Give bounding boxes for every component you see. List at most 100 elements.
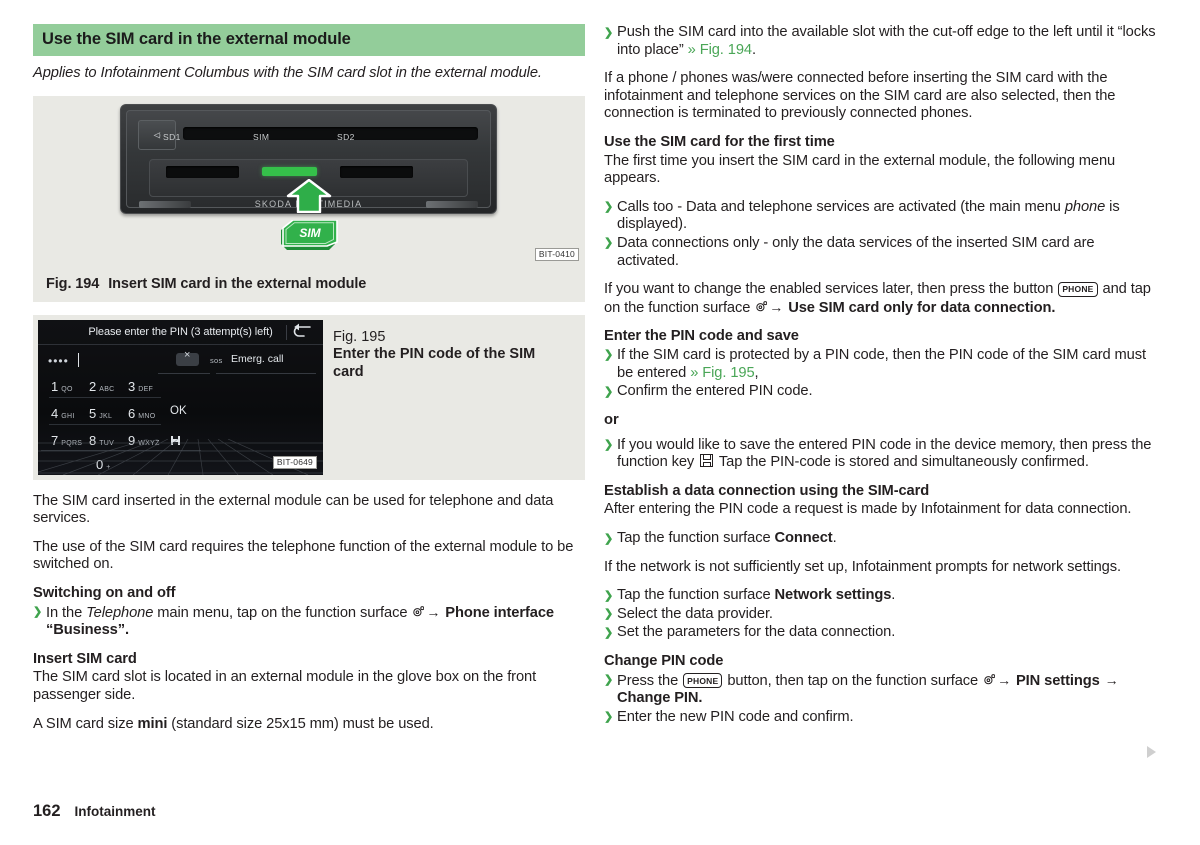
list-item: Tap the function surface Network setting… xyxy=(604,587,1156,605)
save-floppy-icon xyxy=(700,454,714,468)
footer-section-name: Infotainment xyxy=(74,804,156,819)
paragraph-establish: After entering the PIN code a request is… xyxy=(604,501,1132,518)
list-network-settings: Tap the function surface Network setting… xyxy=(604,587,1156,642)
list-enter-pin: If the SIM card is protected by a PIN co… xyxy=(604,346,1156,401)
title-divider xyxy=(286,324,287,340)
key-1[interactable]: 1 QO xyxy=(51,378,73,396)
gear-icon xyxy=(755,300,768,313)
insert-direction-arrow-icon xyxy=(286,178,332,213)
paragraph-first-time: The first time you insert the SIM card i… xyxy=(604,152,1116,187)
list-push-card: Push the SIM card into the available slo… xyxy=(604,23,1156,59)
entry-underline-left xyxy=(158,372,210,374)
disc-slot xyxy=(183,126,478,140)
list-item: Push the SIM card into the available slo… xyxy=(604,23,1156,59)
keypad-row: 1 QO 2 ABC 3 DEF xyxy=(46,378,316,405)
phone-hardkey-icon[interactable]: PHONE xyxy=(1058,281,1098,297)
list-change-pin: Press the PHONE button, then tap on the … xyxy=(604,671,1156,726)
gear-icon xyxy=(412,605,425,618)
module-left-bracket xyxy=(139,200,191,208)
label-or: or xyxy=(604,411,619,428)
figure-195-image-code: BIT-0649 xyxy=(272,455,317,469)
sim-slot xyxy=(262,166,317,176)
sd1-slot-label: SD1 xyxy=(163,131,181,142)
heading-insert-sim-card: Insert SIM card xyxy=(33,650,137,667)
sd2-slot-label: SD2 xyxy=(337,131,355,142)
page-number: 162 xyxy=(33,802,61,820)
cross-reference-fig194[interactable]: » Fig. 194 xyxy=(688,42,752,58)
list-item: Set the parameters for the data connecti… xyxy=(604,624,1156,642)
list-item: In the Telephone main menu, tap on the f… xyxy=(33,603,585,640)
cross-reference-fig195[interactable]: » Fig. 195 xyxy=(690,365,754,381)
keypad-row: 4 GHI 5 JKL 6 MNO OK xyxy=(46,405,316,432)
paragraph-card-size: A SIM card size mini (standard size 25x1… xyxy=(33,715,434,732)
right-column: Push the SIM card into the available slo… xyxy=(604,23,1156,737)
arrow-right-icon: → xyxy=(997,671,1011,688)
paragraph-network-prompt: If the network is not sufficiently set u… xyxy=(604,558,1121,575)
page-footer: 162 Infotainment xyxy=(33,802,156,821)
gear-icon xyxy=(983,673,996,686)
key-3[interactable]: 3 DEF xyxy=(128,378,153,396)
list-item: If you would like to save the entered PI… xyxy=(604,436,1156,472)
target-change-pin: Change PIN. xyxy=(617,690,703,707)
pin-caret xyxy=(78,352,79,367)
heading-switching-on-off: Switching on and off xyxy=(33,584,176,601)
entry-underline-right xyxy=(216,372,316,374)
module-right-bracket xyxy=(426,200,478,208)
figure-194-number: Fig. 194 xyxy=(46,275,100,292)
card-size-value: mini xyxy=(137,715,168,732)
keypad-row-divider xyxy=(49,396,161,398)
list-connect: Tap the function surface Connect. xyxy=(604,530,1156,548)
key-ok[interactable]: OK xyxy=(170,405,187,417)
target-use-sim-for-data: Use SIM card only for data connection. xyxy=(788,299,1056,316)
figure-194-caption-text: Insert SIM card in the external module xyxy=(108,275,367,292)
list-item: Tap the function surface Connect. xyxy=(604,530,1156,548)
figure-195-caption: Fig. 195 Enter the PIN code of the SIM c… xyxy=(333,329,563,382)
paragraph-change-services: If you want to change the enabled servic… xyxy=(604,281,1151,316)
arrow-right-icon: → xyxy=(426,603,441,620)
section-heading: Use the SIM card in the external module xyxy=(33,24,585,56)
keypad-row-divider xyxy=(49,423,161,425)
pin-screen-title: Please enter the PIN (3 attempt(s) left) xyxy=(38,320,323,345)
key-4[interactable]: 4 GHI xyxy=(51,405,75,423)
paragraph-telephone-function: The use of the SIM card requires the tel… xyxy=(33,538,574,573)
figure-194-image-code: BIT-0410 xyxy=(534,247,579,261)
infotainment-pin-screen: Please enter the PIN (3 attempt(s) left)… xyxy=(38,319,323,475)
list-item: Confirm the entered PIN code. xyxy=(604,383,1156,401)
sos-label: sos xyxy=(210,355,223,365)
manual-page: Use the SIM card in the external module … xyxy=(0,0,1200,845)
heading-enter-pin: Enter the PIN code and save xyxy=(604,328,799,345)
phone-hardkey-icon[interactable]: PHONE xyxy=(683,673,723,689)
paragraph-slot-location: The SIM card slot is located in an exter… xyxy=(33,669,537,703)
list-save-pin: If you would like to save the entered PI… xyxy=(604,436,1156,472)
sd1-slot xyxy=(166,165,239,178)
paragraph-phones-connected: If a phone / phones was/were connected b… xyxy=(604,70,1116,122)
list-first-time-options: Calls too - Data and telephone services … xyxy=(604,198,1156,270)
sd2-slot xyxy=(340,165,413,178)
emergency-call-button[interactable]: Emerg. call xyxy=(231,353,284,365)
function-surface-network-settings[interactable]: Network settings xyxy=(775,587,892,603)
figure-194: ⏿ SD1 SIM SD2 SKODA MULTIMEDIA SIM BIT-0… xyxy=(33,95,585,302)
pin-entry-value[interactable]: •••• xyxy=(48,354,69,368)
list-item: Press the PHONE button, then tap on the … xyxy=(604,671,1156,708)
back-arrow-icon xyxy=(291,323,313,341)
function-surface-connect[interactable]: Connect xyxy=(775,530,833,546)
figure-195: Please enter the PIN (3 attempt(s) left)… xyxy=(33,314,585,480)
figure-195-number: Fig. 195 xyxy=(333,328,386,345)
key-5[interactable]: 5 JKL xyxy=(89,405,112,423)
sim-card-icon: SIM xyxy=(277,218,341,254)
backspace-key[interactable] xyxy=(176,349,199,366)
sim-slot-label: SIM xyxy=(253,131,270,142)
menu-name-phone: phone xyxy=(1064,198,1106,215)
list-item: Enter the new PIN code and confirm. xyxy=(604,708,1156,726)
figure-194-caption: Fig. 194 Insert SIM card in the external … xyxy=(33,267,585,302)
list-switching: In the Telephone main menu, tap on the f… xyxy=(33,603,585,640)
continuation-arrow-icon xyxy=(1147,746,1156,758)
figure-194-image: ⏿ SD1 SIM SD2 SKODA MULTIMEDIA SIM BIT-0… xyxy=(33,95,585,267)
key-2[interactable]: 2 ABC xyxy=(89,378,115,396)
menu-name-telephone: Telephone xyxy=(86,604,154,621)
heading-establish-connection: Establish a data connection using the SI… xyxy=(604,482,930,499)
left-column: Use the SIM card in the external module … xyxy=(33,24,585,744)
svg-text:SIM: SIM xyxy=(299,226,321,240)
key-6[interactable]: 6 MNO xyxy=(128,405,155,423)
applies-to-note: Applies to Infotainment Columbus with th… xyxy=(33,65,542,81)
